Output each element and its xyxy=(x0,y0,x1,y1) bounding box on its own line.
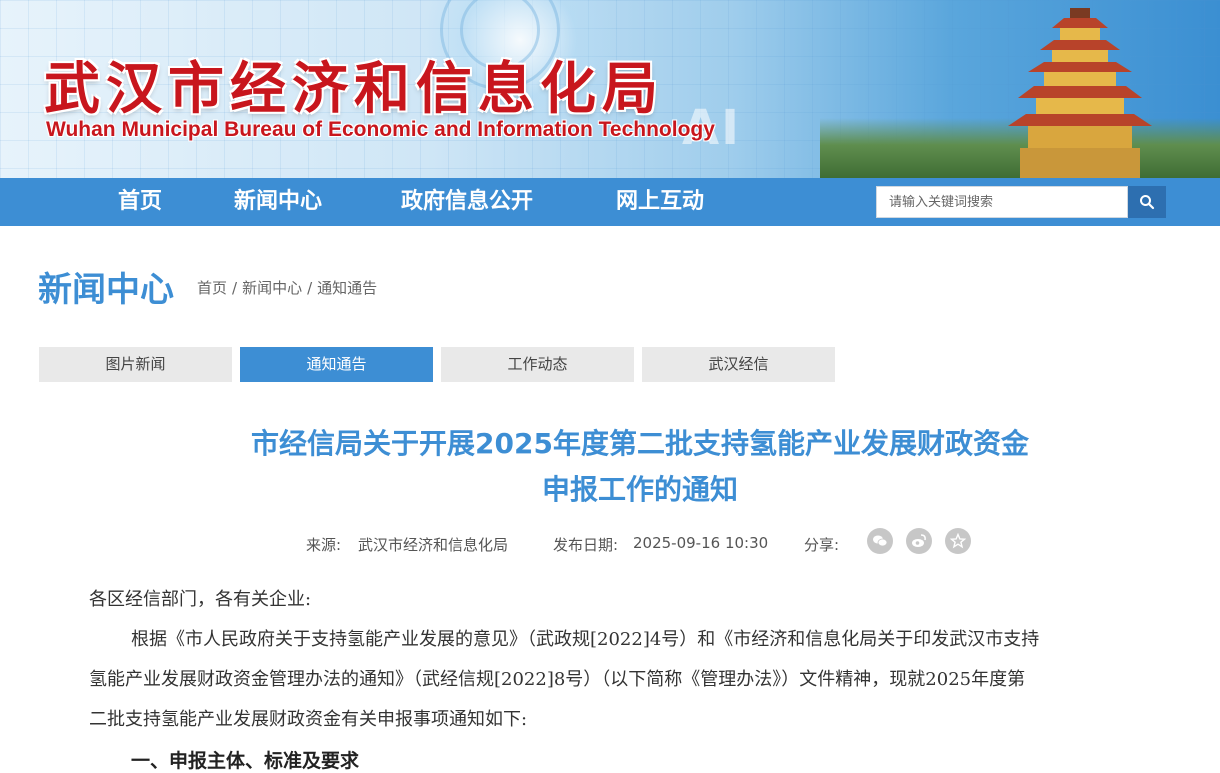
share-wechat-button[interactable] xyxy=(867,528,893,554)
search-input[interactable] xyxy=(876,186,1128,218)
breadcrumb-news-center[interactable]: 新闻中心 xyxy=(242,277,302,298)
paragraph-line-2: 氢能产业发展财政资金管理办法的通知》（武经信规[2022]8号）（以下简称《管理… xyxy=(89,669,1026,690)
yellow-crane-tower-image xyxy=(1008,8,1152,178)
wechat-icon xyxy=(873,535,888,547)
breadcrumb-home[interactable]: 首页 xyxy=(197,277,227,298)
tab-photo-news[interactable]: 图片新闻 xyxy=(39,347,232,382)
nav-item-home[interactable]: 首页 xyxy=(118,178,162,226)
site-title-english: Wuhan Municipal Bureau of Economic and I… xyxy=(46,118,715,141)
publish-date: 2025-09-16 10:30 xyxy=(633,534,769,552)
article-title-line1: 市经信局关于开展2025年度第二批支持氢能产业发展财政资金 xyxy=(251,427,1029,460)
article-title-line2: 申报工作的通知 xyxy=(541,473,738,506)
paragraph-line-1: 根据《市人民政府关于支持氢能产业发展的意见》（武政规[2022]4号）和《市经济… xyxy=(131,629,1040,650)
tab-wuhan-jingxin[interactable]: 武汉经信 xyxy=(642,347,835,382)
section-heading: 一、申报主体、标准及要求 xyxy=(131,750,360,772)
date-label: 发布日期: xyxy=(553,536,619,554)
breadcrumb-separator: / xyxy=(232,279,238,297)
nav-item-news-center[interactable]: 新闻中心 xyxy=(234,178,322,226)
share-weibo-button[interactable] xyxy=(906,528,932,554)
nav-item-interaction[interactable]: 网上互动 xyxy=(616,178,704,226)
article-salutation: 各区经信部门，各有关企业: xyxy=(89,589,312,610)
share-label: 分享: xyxy=(804,536,840,554)
star-icon xyxy=(950,533,966,549)
header-banner: AI 武汉市经济和信息化局 Wuhan Municipal Bureau of … xyxy=(0,0,1220,178)
nav-item-gov-info[interactable]: 政府信息公开 xyxy=(401,178,533,226)
share-favorite-button[interactable] xyxy=(945,528,971,554)
tab-work-updates[interactable]: 工作动态 xyxy=(441,347,634,382)
search-icon xyxy=(1140,195,1155,210)
source-label: 来源: xyxy=(306,536,342,554)
search-button[interactable] xyxy=(1128,186,1166,218)
breadcrumb-separator: / xyxy=(307,279,313,297)
source-value: 武汉市经济和信息化局 xyxy=(358,536,509,554)
site-title: 武汉市经济和信息化局 xyxy=(44,56,664,122)
page-title: 新闻中心 xyxy=(38,270,174,310)
breadcrumb: 首页 / 新闻中心 / 通知通告 xyxy=(197,277,377,298)
paragraph-line-3: 二批支持氢能产业发展财政资金有关申报事项通知如下: xyxy=(89,709,528,730)
tab-notices[interactable]: 通知通告 xyxy=(240,347,433,382)
breadcrumb-notices[interactable]: 通知通告 xyxy=(317,277,377,298)
weibo-icon xyxy=(912,534,926,547)
article-paragraph: 根据《市人民政府关于支持氢能产业发展的意见》（武政规[2022]4号）和《市经济… xyxy=(89,620,1189,740)
